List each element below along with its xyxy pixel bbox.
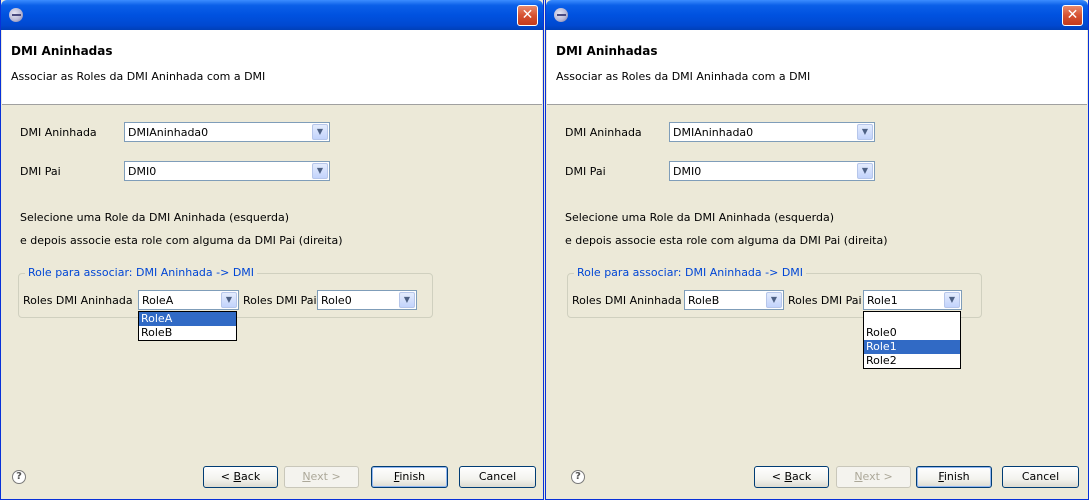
chevron-down-icon[interactable]: ▼ — [857, 124, 873, 140]
roles-aninhada-value: RoleB — [688, 294, 720, 307]
roles-pai-combo[interactable]: Role0 ▼ — [317, 290, 417, 310]
chevron-down-icon[interactable]: ▼ — [221, 292, 237, 308]
back-button[interactable]: < Back — [203, 466, 278, 488]
chevron-down-icon[interactable]: ▼ — [944, 292, 960, 308]
dropdown-option-role2[interactable]: Role2 — [864, 354, 960, 368]
wizard-window-right: ✕ DMI Aninhadas Associar as Roles da DMI… — [545, 0, 1089, 500]
instructions-line-1: Selecione uma Role da DMI Aninhada (esqu… — [20, 211, 290, 224]
dmi-aninhada-value: DMIAninhada0 — [673, 126, 754, 139]
roles-aninhada-value: RoleA — [142, 294, 174, 307]
finish-button[interactable]: Finish — [916, 466, 992, 488]
finish-rest: inish — [399, 470, 426, 483]
roles-pai-value: Role1 — [867, 294, 898, 307]
title-bar[interactable]: ✕ — [1, 0, 543, 30]
page-description: Associar as Roles da DMI Aninhada com a … — [11, 70, 266, 83]
dropdown-option-rolea[interactable]: RoleA — [139, 312, 236, 326]
roles-aninhada-dropdown-list: RoleA RoleB — [138, 311, 237, 341]
dmi-pai-value: DMI0 — [673, 165, 702, 178]
group-legend: Role para associar: DMI Aninhada -> DMI — [574, 266, 807, 279]
dmi-pai-label: DMI Pai — [565, 165, 606, 178]
chevron-down-icon[interactable]: ▼ — [766, 292, 782, 308]
instructions-line-2: e depois associe esta role com alguma da… — [20, 234, 343, 247]
page-title: DMI Aninhadas — [11, 44, 113, 58]
roles-aninhada-combo[interactable]: RoleA ▼ — [138, 290, 239, 310]
help-icon[interactable]: ? — [12, 470, 26, 484]
instructions-line-1: Selecione uma Role da DMI Aninhada (esqu… — [565, 211, 835, 224]
chevron-down-icon[interactable]: ▼ — [312, 163, 328, 179]
dmi-pai-value: DMI0 — [128, 165, 157, 178]
finish-button[interactable]: Finish — [371, 466, 448, 488]
group-legend: Role para associar: DMI Aninhada -> DMI — [25, 266, 258, 279]
page-title: DMI Aninhadas — [556, 44, 658, 58]
chevron-down-icon[interactable]: ▼ — [312, 124, 328, 140]
dropdown-option-roleb[interactable]: RoleB — [139, 326, 236, 340]
back-rest: ack — [241, 470, 261, 483]
chevron-down-icon[interactable]: ▼ — [399, 292, 415, 308]
eclipse-icon — [9, 8, 23, 22]
back-rest: ack — [792, 470, 812, 483]
next-button[interactable]: Next > — [284, 466, 359, 488]
instructions-line-2: e depois associe esta role com alguma da… — [565, 234, 888, 247]
dmi-aninhada-combo[interactable]: DMIAninhada0 ▼ — [669, 122, 875, 142]
back-prefix: < — [220, 470, 234, 483]
dmi-aninhada-label: DMI Aninhada — [20, 126, 97, 139]
roles-aninhada-label: Roles DMI Aninhada — [572, 294, 682, 307]
wizard-window-left: ✕ DMI Aninhadas Associar as Roles da DMI… — [0, 0, 544, 500]
cancel-button[interactable]: Cancel — [459, 466, 536, 488]
page-description: Associar as Roles da DMI Aninhada com a … — [556, 70, 811, 83]
title-bar[interactable]: ✕ — [546, 0, 1088, 30]
roles-pai-value: Role0 — [321, 294, 352, 307]
close-icon[interactable]: ✕ — [517, 5, 538, 26]
back-button[interactable]: < Back — [754, 466, 829, 488]
wizard-header: DMI Aninhadas Associar as Roles da DMI A… — [547, 30, 1087, 105]
roles-pai-label: Roles DMI Pai — [243, 294, 317, 307]
help-icon[interactable]: ? — [571, 470, 585, 484]
next-mnemonic: N — [302, 470, 311, 483]
roles-aninhada-label: Roles DMI Aninhada — [23, 294, 133, 307]
finish-rest: inish — [943, 470, 970, 483]
chevron-down-icon[interactable]: ▼ — [857, 163, 873, 179]
wizard-header: DMI Aninhadas Associar as Roles da DMI A… — [2, 30, 542, 105]
back-mnemonic: B — [784, 470, 793, 483]
close-icon[interactable]: ✕ — [1062, 5, 1083, 26]
dmi-aninhada-value: DMIAninhada0 — [128, 126, 209, 139]
dropdown-option-role1[interactable]: Role1 — [864, 340, 960, 354]
eclipse-icon — [554, 8, 568, 22]
dmi-pai-combo[interactable]: DMI0 ▼ — [669, 161, 875, 181]
dmi-pai-combo[interactable]: DMI0 ▼ — [124, 161, 330, 181]
roles-aninhada-combo[interactable]: RoleB ▼ — [684, 290, 784, 310]
back-prefix: < — [771, 470, 785, 483]
dmi-aninhada-combo[interactable]: DMIAninhada0 ▼ — [124, 122, 330, 142]
back-mnemonic: B — [233, 470, 242, 483]
roles-pai-dropdown-list: Role0 Role1 Role2 — [863, 311, 961, 369]
dmi-pai-label: DMI Pai — [20, 165, 61, 178]
next-mnemonic: N — [854, 470, 863, 483]
next-rest: ext > — [862, 470, 893, 483]
roles-pai-label: Roles DMI Pai — [788, 294, 862, 307]
next-button[interactable]: Next > — [836, 466, 911, 488]
dropdown-option-empty[interactable] — [864, 312, 960, 326]
roles-pai-combo[interactable]: Role1 ▼ — [863, 290, 962, 310]
dropdown-option-role0[interactable]: Role0 — [864, 326, 960, 340]
dmi-aninhada-label: DMI Aninhada — [565, 126, 642, 139]
next-rest: ext > — [310, 470, 341, 483]
cancel-button[interactable]: Cancel — [1002, 466, 1079, 488]
